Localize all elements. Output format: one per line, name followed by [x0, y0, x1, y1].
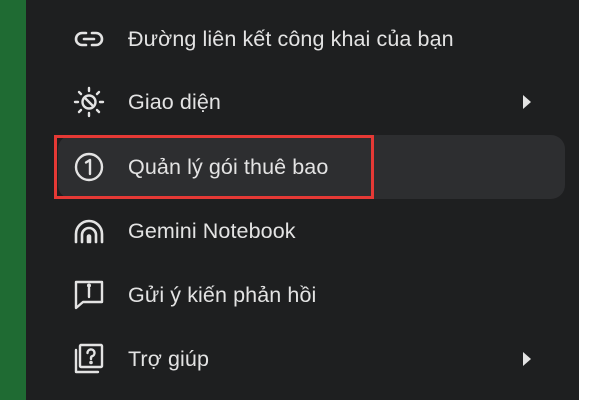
chevron-right-icon	[521, 351, 533, 367]
theme-icon	[72, 85, 106, 119]
menu-item-gemini-notebook[interactable]: Gemini Notebook	[58, 199, 565, 263]
menu-item-feedback[interactable]: Gửi ý kiến phản hồi	[58, 263, 565, 327]
menu-item-label: Đường liên kết công khai của bạn	[128, 27, 454, 51]
notebook-icon	[72, 214, 106, 248]
menu-item-theme[interactable]: Giao diện	[58, 70, 565, 134]
chevron-right-icon	[521, 94, 533, 110]
menu-item-public-links[interactable]: Đường liên kết công khai của bạn	[58, 7, 565, 71]
subscription-icon	[72, 150, 106, 184]
menu-item-help[interactable]: Trợ giúp	[58, 327, 565, 391]
menu-item-subscription[interactable]: Quản lý gói thuê bao	[58, 135, 565, 199]
menu-item-label: Quản lý gói thuê bao	[128, 155, 329, 179]
menu-item-label: Trợ giúp	[128, 347, 210, 371]
menu-item-label: Gửi ý kiến phản hồi	[128, 283, 317, 307]
menu-item-label: Gemini Notebook	[128, 219, 296, 243]
link-icon	[72, 22, 106, 56]
feedback-icon	[72, 278, 106, 312]
menu-item-label: Giao diện	[128, 90, 221, 114]
help-icon	[72, 342, 106, 376]
left-edge-strip	[0, 0, 26, 400]
